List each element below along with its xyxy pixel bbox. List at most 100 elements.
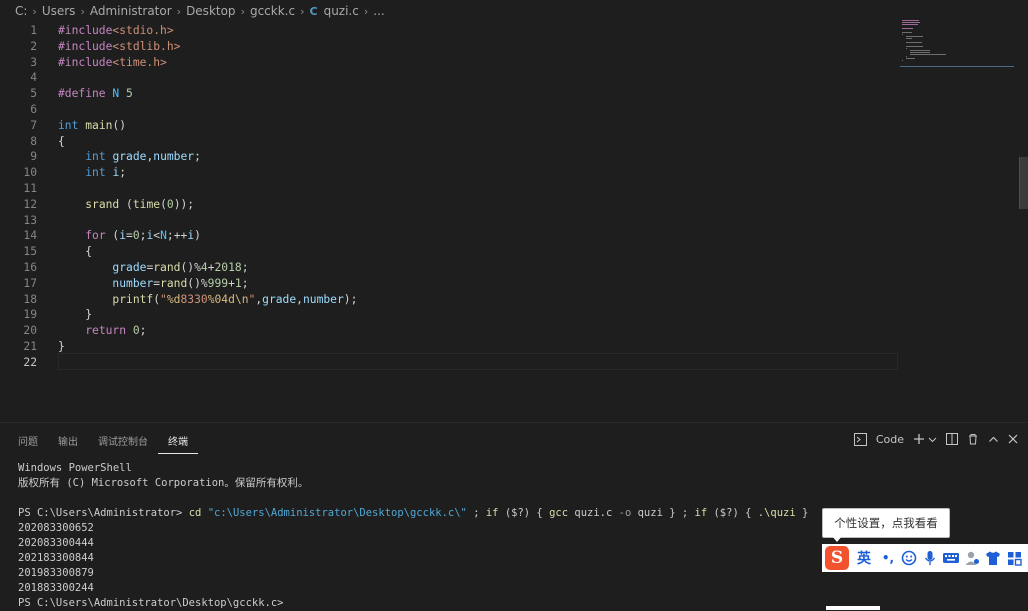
minimap-line	[902, 28, 913, 29]
trash-icon[interactable]	[967, 431, 979, 447]
code-text: printf("%d8330%04d\n",grade,number);	[58, 292, 357, 308]
breadcrumb-file[interactable]: quzi.c	[324, 4, 359, 18]
shirt-icon[interactable]	[984, 549, 1002, 567]
code-token: \n	[234, 292, 249, 306]
minimap[interactable]	[902, 20, 1014, 68]
minimap-line	[902, 24, 918, 25]
breadcrumb-symbol[interactable]: ...	[373, 4, 384, 18]
code-line[interactable]: 14 for (i=0;i<N;++i)	[0, 228, 900, 244]
code-line[interactable]: 10 int i;	[0, 165, 900, 181]
punctuation-toggle[interactable]: •,	[879, 549, 897, 567]
cmd-flag: -o	[618, 507, 632, 519]
code-token: rand	[160, 276, 188, 290]
code-token: {	[58, 245, 93, 259]
cmd-gcc: gcc	[549, 507, 569, 519]
minimap-line	[902, 20, 919, 21]
keyboard-icon[interactable]	[942, 549, 960, 567]
code-line[interactable]: 18 printf("%d8330%04d\n",grade,number);	[0, 292, 900, 308]
code-token: 8330	[180, 292, 208, 306]
code-token: 1	[234, 276, 242, 290]
line-number: 19	[23, 308, 37, 322]
code-line[interactable]: 21}	[0, 339, 900, 355]
code-token: ()%	[187, 276, 208, 290]
tab-terminal[interactable]: 终端	[158, 429, 198, 454]
code-line[interactable]: 11	[0, 181, 900, 197]
code-line[interactable]: 5 #define N 5	[0, 86, 900, 102]
code-token: int	[85, 150, 106, 164]
line-number: 9	[30, 150, 37, 164]
code-line[interactable]: 1 #include<stdio.h>	[0, 23, 900, 39]
breadcrumb-desktop[interactable]: Desktop	[186, 4, 236, 18]
code-token: +	[207, 261, 215, 274]
line-number: 13	[23, 213, 37, 227]
code-token: number	[153, 150, 195, 164]
terminal-prompt: PS C:\Users\Administrator>	[18, 507, 183, 519]
panel-tabs: 问题 输出 调试控制台 终端	[8, 429, 198, 454]
minimap-line	[906, 36, 923, 37]
code-token: #include	[58, 55, 113, 69]
plus-icon[interactable]	[913, 431, 925, 447]
c-file-icon: C	[309, 4, 318, 18]
breadcrumb-folder[interactable]: gcckk.c	[250, 4, 295, 18]
code-line[interactable]: 16 grade=rand()%4+2018;	[0, 260, 900, 276]
editor-scrollbar[interactable]	[1016, 22, 1028, 422]
tab-output[interactable]: 输出	[48, 429, 88, 454]
code-line[interactable]: 9 int grade,number;	[0, 149, 900, 165]
code-text: return 0;	[58, 323, 146, 339]
code-text: {	[58, 244, 92, 260]
code-line[interactable]: 8{	[0, 134, 900, 150]
breadcrumb-drive[interactable]: C:	[15, 4, 27, 18]
code-line[interactable]: 17 number=rand()%999+1;	[0, 276, 900, 292]
smile-icon[interactable]	[900, 549, 918, 567]
breadcrumb-users[interactable]: Users	[42, 4, 76, 18]
code-text: grade=rand()%4+2018;	[58, 260, 248, 276]
terminal-prompt-current: PS C:\Users\Administrator\Desktop\gcckk.…	[18, 597, 284, 609]
terminal-output-line: 202083300444	[18, 537, 94, 549]
tab-debug-console[interactable]: 调试控制台	[88, 429, 158, 454]
code-line[interactable]: 3 #include<time.h>	[0, 55, 900, 71]
line-number: 5	[30, 87, 37, 101]
ime-tooltip[interactable]: 个性设置，点我看看	[822, 508, 950, 538]
code-editor[interactable]: 1 #include<stdio.h> 2 #include<stdlib.h> 3 #i…	[0, 22, 1028, 422]
code-line[interactable]: 20 return 0;	[0, 323, 900, 339]
chevron-down-icon[interactable]	[928, 431, 937, 447]
code-token: (	[119, 197, 133, 211]
code-token: %d	[166, 292, 181, 306]
line-number: 20	[23, 324, 37, 338]
code-token: for	[85, 229, 106, 243]
code-token: return	[85, 324, 127, 338]
terminal-header: Windows PowerShell	[18, 462, 132, 474]
code-line[interactable]: 12 srand (time(0));	[0, 197, 900, 213]
chevron-up-icon[interactable]	[988, 431, 999, 447]
code-token: srand	[85, 197, 120, 211]
code-line[interactable]: 6	[0, 102, 900, 118]
code-line[interactable]: 2 #include<stdlib.h>	[0, 39, 900, 55]
microphone-icon[interactable]	[921, 549, 939, 567]
breadcrumb-administrator[interactable]: Administrator	[90, 4, 172, 18]
code-line[interactable]: 15 {	[0, 244, 900, 260]
grid-icon[interactable]	[1005, 549, 1023, 567]
terminal-output[interactable]: Windows PowerShell 版权所有 (C) Microsoft Co…	[18, 461, 808, 611]
scrollbar-thumb[interactable]	[1019, 157, 1028, 209]
code-token: #include	[58, 24, 113, 37]
user-icon[interactable]	[963, 549, 981, 567]
terminal-icon[interactable]	[853, 431, 867, 447]
code-token: +	[228, 276, 235, 290]
terminal-name[interactable]: Code	[876, 433, 904, 446]
tab-problems[interactable]: 问题	[8, 429, 48, 454]
ime-language-toggle[interactable]: 英	[852, 548, 876, 568]
sogou-logo-icon[interactable]: S	[825, 546, 849, 570]
cmd-sep4: quzi } ;	[631, 507, 695, 519]
code-line[interactable]: 4	[0, 70, 900, 86]
code-line[interactable]: 13	[0, 213, 900, 229]
code-token: int	[58, 118, 79, 132]
close-icon[interactable]	[1008, 431, 1018, 447]
code-line[interactable]: 22	[0, 355, 900, 371]
code-line[interactable]: 19 }	[0, 307, 900, 323]
code-token: 0	[132, 324, 140, 338]
split-icon[interactable]	[946, 431, 958, 447]
code-line[interactable]: 7 int main()	[0, 118, 900, 134]
code-token: 2018	[214, 261, 242, 274]
